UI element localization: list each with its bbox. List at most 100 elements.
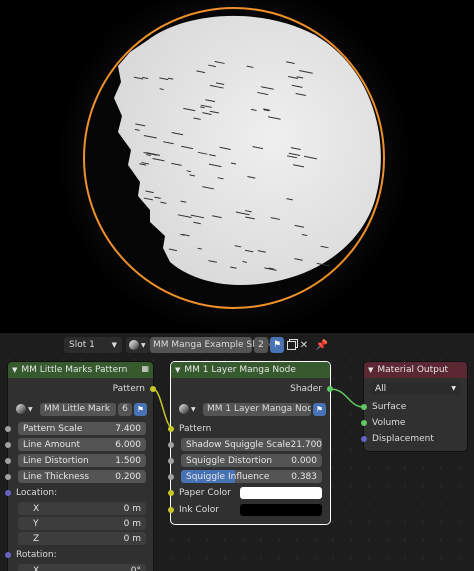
field-label: Line Distortion [23, 455, 89, 466]
group-selector: ▼ MM Little Mark 6 ⚑ [16, 402, 147, 416]
socket-ink-color[interactable] [168, 507, 174, 513]
field-label: X [33, 565, 40, 571]
field-squiggle-distortion[interactable]: Squiggle Distortion 0.000 [181, 454, 322, 467]
socket-line-distortion[interactable] [5, 458, 11, 464]
input-label: Displacement [372, 434, 434, 444]
field-squiggle-influence[interactable]: Squiggle Influence 0.383 [181, 470, 322, 483]
field-label: Pattern Scale [23, 423, 83, 434]
socket-displacement[interactable] [361, 436, 367, 442]
field-shadow-squiggle-scale[interactable]: Shadow Squiggle Scale 21.700 [181, 438, 322, 451]
input-label: Surface [372, 402, 407, 412]
group-name: MM Little Mark [44, 404, 111, 414]
socket-squiggle-influence[interactable] [168, 474, 174, 480]
output-label: Shader [290, 384, 322, 394]
field-label: Y [33, 518, 39, 529]
paper-color-swatch[interactable] [240, 487, 322, 499]
field-value: 21.700 [290, 439, 323, 450]
socket-output-pattern[interactable] [150, 386, 156, 392]
chevron-down-icon: ▼ [28, 405, 33, 413]
ink-color-label: Ink Color [179, 505, 219, 515]
node-title: MM Little Marks Pattern [21, 365, 128, 375]
field-value: 0.383 [291, 471, 317, 482]
group-browse-button[interactable]: ▼ [16, 403, 40, 416]
paper-color-row: Paper Color [179, 486, 231, 500]
group-selector: ▼ MM 1 Layer Manga Node ⚑ [179, 402, 326, 416]
node-group-icon: ▦ [141, 364, 149, 373]
group-name-field[interactable]: MM 1 Layer Manga Node [203, 402, 311, 416]
node-tree-icon [16, 404, 26, 414]
socket-line-amount[interactable] [5, 442, 11, 448]
field-label: Line Amount [23, 439, 80, 450]
chevron-down-icon: ▼ [368, 366, 374, 374]
viewport-render [56, 0, 412, 333]
field-value: 0 m [123, 533, 141, 544]
socket-input-pattern[interactable] [168, 426, 174, 432]
field-line-thickness[interactable]: Line Thickness 0.200 [18, 470, 146, 483]
socket-output-shader[interactable] [327, 386, 333, 392]
link-shader [329, 388, 365, 408]
input-label: Pattern [179, 424, 212, 434]
input-label: Volume [372, 418, 406, 428]
field-pattern-scale[interactable]: Pattern Scale 7.400 [18, 422, 146, 435]
field-line-distortion[interactable]: Line Distortion 1.500 [18, 454, 146, 467]
socket-shadow-squiggle-scale[interactable] [168, 442, 174, 448]
socket-paper-color[interactable] [168, 490, 174, 496]
node-material-output[interactable]: ▼ Material Output All ▼ Surface Volume D… [361, 362, 467, 451]
field-value: 0.000 [291, 455, 317, 466]
chevron-down-icon: ▼ [175, 366, 181, 374]
node-header[interactable]: ▼ MM Little Marks Pattern ▦ [8, 362, 153, 378]
field-location-x[interactable]: X 0 m [18, 502, 146, 515]
group-browse-button[interactable]: ▼ [179, 403, 203, 416]
group-users-label: 6 [122, 404, 128, 414]
target-value: All [375, 383, 387, 394]
field-label: X [33, 503, 40, 514]
input-volume-row: Volume [372, 416, 405, 430]
viewport-3d[interactable] [0, 0, 474, 333]
field-label: Squiggle Distortion [186, 455, 273, 466]
field-location-y[interactable]: Y 0 m [18, 517, 146, 530]
node-title: MM 1 Layer Manga Node [184, 365, 296, 375]
field-value: 0 m [123, 503, 141, 514]
field-value: 0 m [123, 518, 141, 529]
ink-color-row: Ink Color [179, 503, 219, 517]
target-dropdown[interactable]: All ▼ [370, 382, 461, 395]
node-header[interactable]: ▼ MM 1 Layer Manga Node [171, 362, 330, 378]
field-label: Squiggle Influence [186, 471, 270, 482]
group-name: MM 1 Layer Manga Node [207, 404, 311, 414]
chevron-down-icon: ▼ [191, 405, 196, 413]
field-label: Z [33, 533, 40, 544]
paper-color-label: Paper Color [179, 488, 231, 498]
rotation-label: Rotation: [16, 550, 57, 560]
input-surface-row: Surface [372, 400, 406, 414]
group-fake-user-button[interactable]: ⚑ [313, 402, 326, 416]
field-line-amount[interactable]: Line Amount 6.000 [18, 438, 146, 451]
socket-pattern-scale[interactable] [5, 426, 11, 432]
node-header[interactable]: ▼ Material Output [364, 362, 467, 378]
shader-editor[interactable]: Slot 1 ▼ ▼ MM Manga Example Shader 2 ⚑ ✕… [0, 333, 474, 571]
socket-line-thickness[interactable] [5, 474, 11, 480]
group-name-field[interactable]: MM Little Mark [40, 402, 116, 416]
field-value: 0.200 [115, 471, 141, 482]
chevron-down-icon: ▼ [451, 385, 456, 392]
ink-color-swatch[interactable] [240, 504, 322, 516]
input-pattern-row: Pattern [179, 422, 211, 436]
socket-squiggle-distortion[interactable] [168, 458, 174, 464]
location-label-row: Location: [16, 486, 57, 500]
field-label: Line Thickness [23, 471, 90, 482]
field-value: 7.400 [115, 423, 141, 434]
node-tree-icon [179, 404, 189, 414]
input-displacement-row: Displacement [372, 432, 434, 446]
group-fake-user-button[interactable]: ⚑ [134, 402, 147, 416]
node-little-marks-pattern[interactable]: ▼ MM Little Marks Pattern ▦ Pattern ▼ MM… [5, 362, 156, 571]
shield-icon: ⚑ [315, 404, 324, 414]
field-location-z[interactable]: Z 0 m [18, 532, 146, 545]
socket-location[interactable] [5, 490, 11, 496]
socket-rotation[interactable] [5, 552, 11, 558]
node-manga[interactable]: ▼ MM 1 Layer Manga Node Shader ▼ MM 1 La… [168, 362, 333, 524]
socket-surface[interactable] [361, 404, 367, 410]
field-value: 6.000 [115, 439, 141, 450]
field-rotation-x[interactable]: X 0° [18, 564, 146, 571]
node-title: Material Output [377, 365, 449, 375]
group-users-count[interactable]: 6 [118, 402, 132, 416]
socket-volume[interactable] [361, 420, 367, 426]
